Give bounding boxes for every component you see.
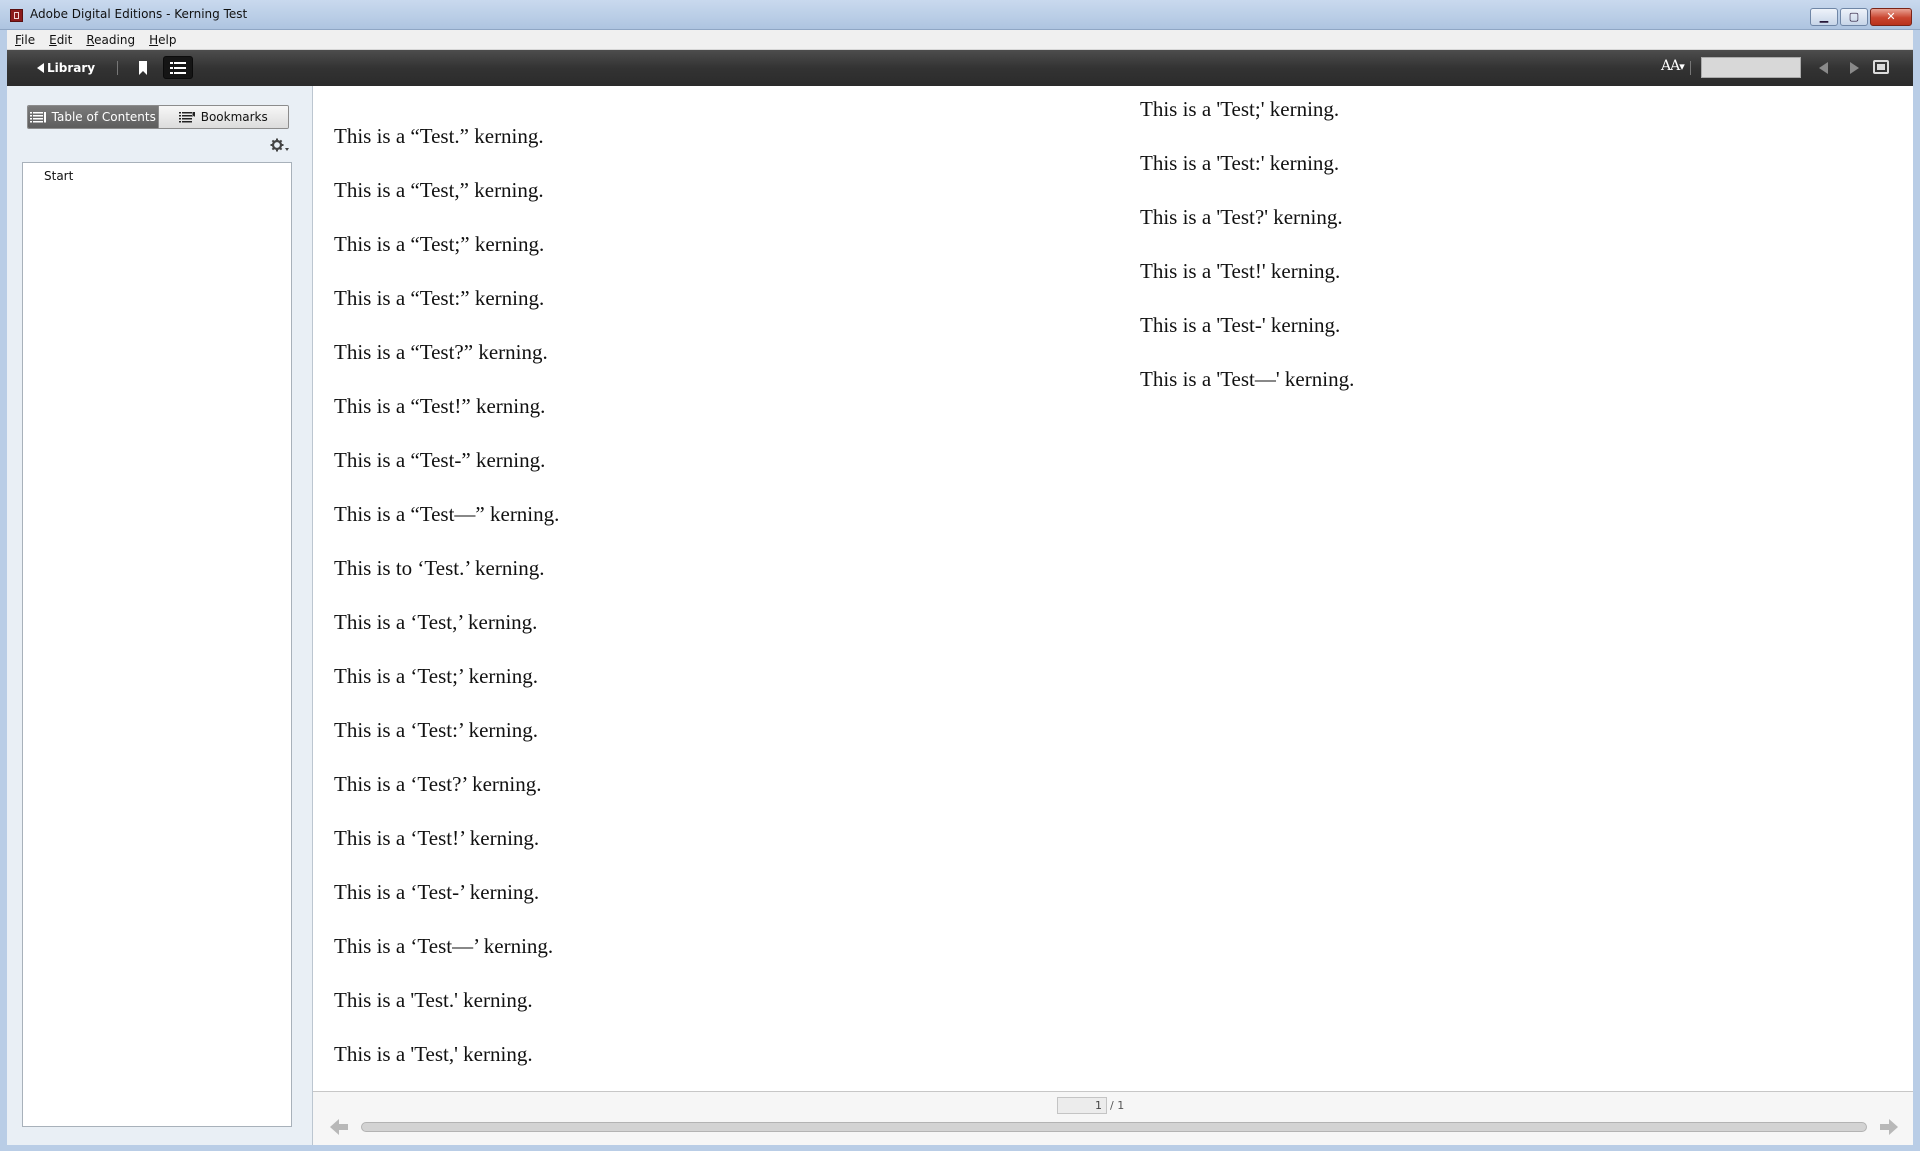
text-line: This is a 'Test!' kerning. [1140,259,1341,283]
next-page-icon[interactable] [1850,62,1859,74]
tab-bookmarks-label: Bookmarks [200,110,268,124]
toc-icon [29,111,46,122]
text-line: This is a “Test—” kerning. [334,502,560,526]
page-total: / 1 [1110,1099,1125,1112]
toolbar-separator [1690,61,1691,75]
menu-reading-label: eading [94,32,136,47]
text-line: This is a “Test;” kerning. [334,232,545,256]
font-size-label: AA [1661,58,1680,74]
menu-reading[interactable]: Reading [86,33,135,47]
bookmarks-list-icon [178,111,195,122]
window-frame-bottom [0,1145,1920,1151]
page-scrubber[interactable] [361,1122,1867,1132]
menu-help-mnemonic: H [149,32,159,47]
text-line: This is a 'Test?' kerning. [1140,205,1343,229]
window-title: Adobe Digital Editions - Kerning Test [30,7,248,21]
text-line: This is a “Test,” kerning. [334,178,544,202]
fullscreen-icon[interactable] [1873,60,1889,74]
menu-edit-mnemonic: E [49,32,57,47]
text-line: This is a ‘Test:’ kerning. [334,718,539,742]
text-line: This is a 'Test;' kerning. [1140,97,1340,121]
text-line: This is a 'Test—' kerning. [1140,367,1355,391]
font-size-button[interactable]: AA▾ [1661,58,1685,74]
text-line: This is a 'Test-' kerning. [1140,313,1341,337]
tab-table-of-contents[interactable]: Table of Contents [28,106,158,128]
text-line: This is a “Test!” kerning. [334,394,546,418]
menu-edit-label: dit [56,32,73,47]
menu-edit[interactable]: Edit [49,33,72,47]
toolbar-separator [117,61,118,75]
app-icon [10,9,23,22]
arrow-right-icon [1880,1119,1898,1135]
text-line: This is a “Test:” kerning. [334,286,545,310]
text-line: This is a ‘Test,’ kerning. [334,610,538,634]
text-line: This is a ‘Test—’ kerning. [334,934,554,958]
window-frame-left [0,30,7,1151]
gear-icon [270,138,289,152]
previous-page-icon[interactable] [1819,62,1828,74]
toc-list: Start [22,162,292,1127]
tab-toc-label: Table of Contents [51,110,156,124]
menu-file-label: ile [21,32,36,47]
reading-pane: This is a “Test.” kerning. This is a “Tes… [313,86,1913,1091]
toc-options-button[interactable] [270,138,290,154]
sidebar: Table of Contents Bookmarks Start [7,86,313,1145]
bookmark-icon [139,61,147,75]
text-line: This is a “Test.” kerning. [334,124,544,148]
toc-toggle-button[interactable] [163,56,193,79]
menu-bar: File Edit Reading Help [7,30,1913,50]
list-icon [170,61,186,74]
close-button[interactable]: ✕ [1870,8,1912,26]
menu-help-label: elp [158,32,177,47]
reader-toolbar: Library AA▾ [7,50,1913,86]
back-arrow-icon [37,63,44,73]
text-line: This is a ‘Test!’ kerning. [334,826,540,850]
page-navigation-bar: 1 / 1 [313,1091,1913,1145]
library-button[interactable]: Library [37,59,95,77]
bookmark-button[interactable] [135,60,151,76]
text-line: This is a ‘Test-’ kerning. [334,880,540,904]
text-line: This is a ‘Test;’ kerning. [334,664,539,688]
text-line: This is to ‘Test.’ kerning. [334,556,545,580]
library-button-label: Library [47,61,96,75]
text-line: This is a “Test?” kerning. [334,340,548,364]
minimize-button[interactable]: ▁ [1810,8,1838,26]
text-line: This is a ‘Test?’ kerning. [334,772,542,796]
next-page-button[interactable] [1878,1116,1900,1138]
window-frame-right [1913,30,1920,1151]
maximize-button[interactable]: ▢ [1840,8,1868,26]
tab-bookmarks[interactable]: Bookmarks [157,106,288,128]
toc-item-start[interactable]: Start [44,169,73,183]
title-bar: Adobe Digital Editions - Kerning Test ▁ … [0,0,1920,30]
text-line: This is a “Test-” kerning. [334,448,546,472]
text-line: This is a 'Test:' kerning. [1140,151,1340,175]
menu-reading-mnemonic: R [86,32,95,47]
sidebar-tabs: Table of Contents Bookmarks [27,105,289,129]
page-number-input[interactable]: 1 [1057,1097,1107,1114]
previous-page-button[interactable] [328,1116,350,1138]
text-line: This is a 'Test,' kerning. [334,1042,533,1066]
arrow-left-icon [330,1119,348,1135]
search-input[interactable] [1701,57,1801,78]
text-line: This is a 'Test.' kerning. [334,988,533,1012]
chevron-down-icon: ▾ [1679,60,1684,73]
window-controls: ▁ ▢ ✕ [1810,8,1912,26]
page-column-left: This is a “Test.” kerning. This is a “Tes… [334,122,559,1094]
menu-help[interactable]: Help [149,33,176,47]
menu-file[interactable]: File [15,33,35,47]
page-column-right: This is a 'Test;' kerning. This is a 'Tes… [1140,95,1354,419]
